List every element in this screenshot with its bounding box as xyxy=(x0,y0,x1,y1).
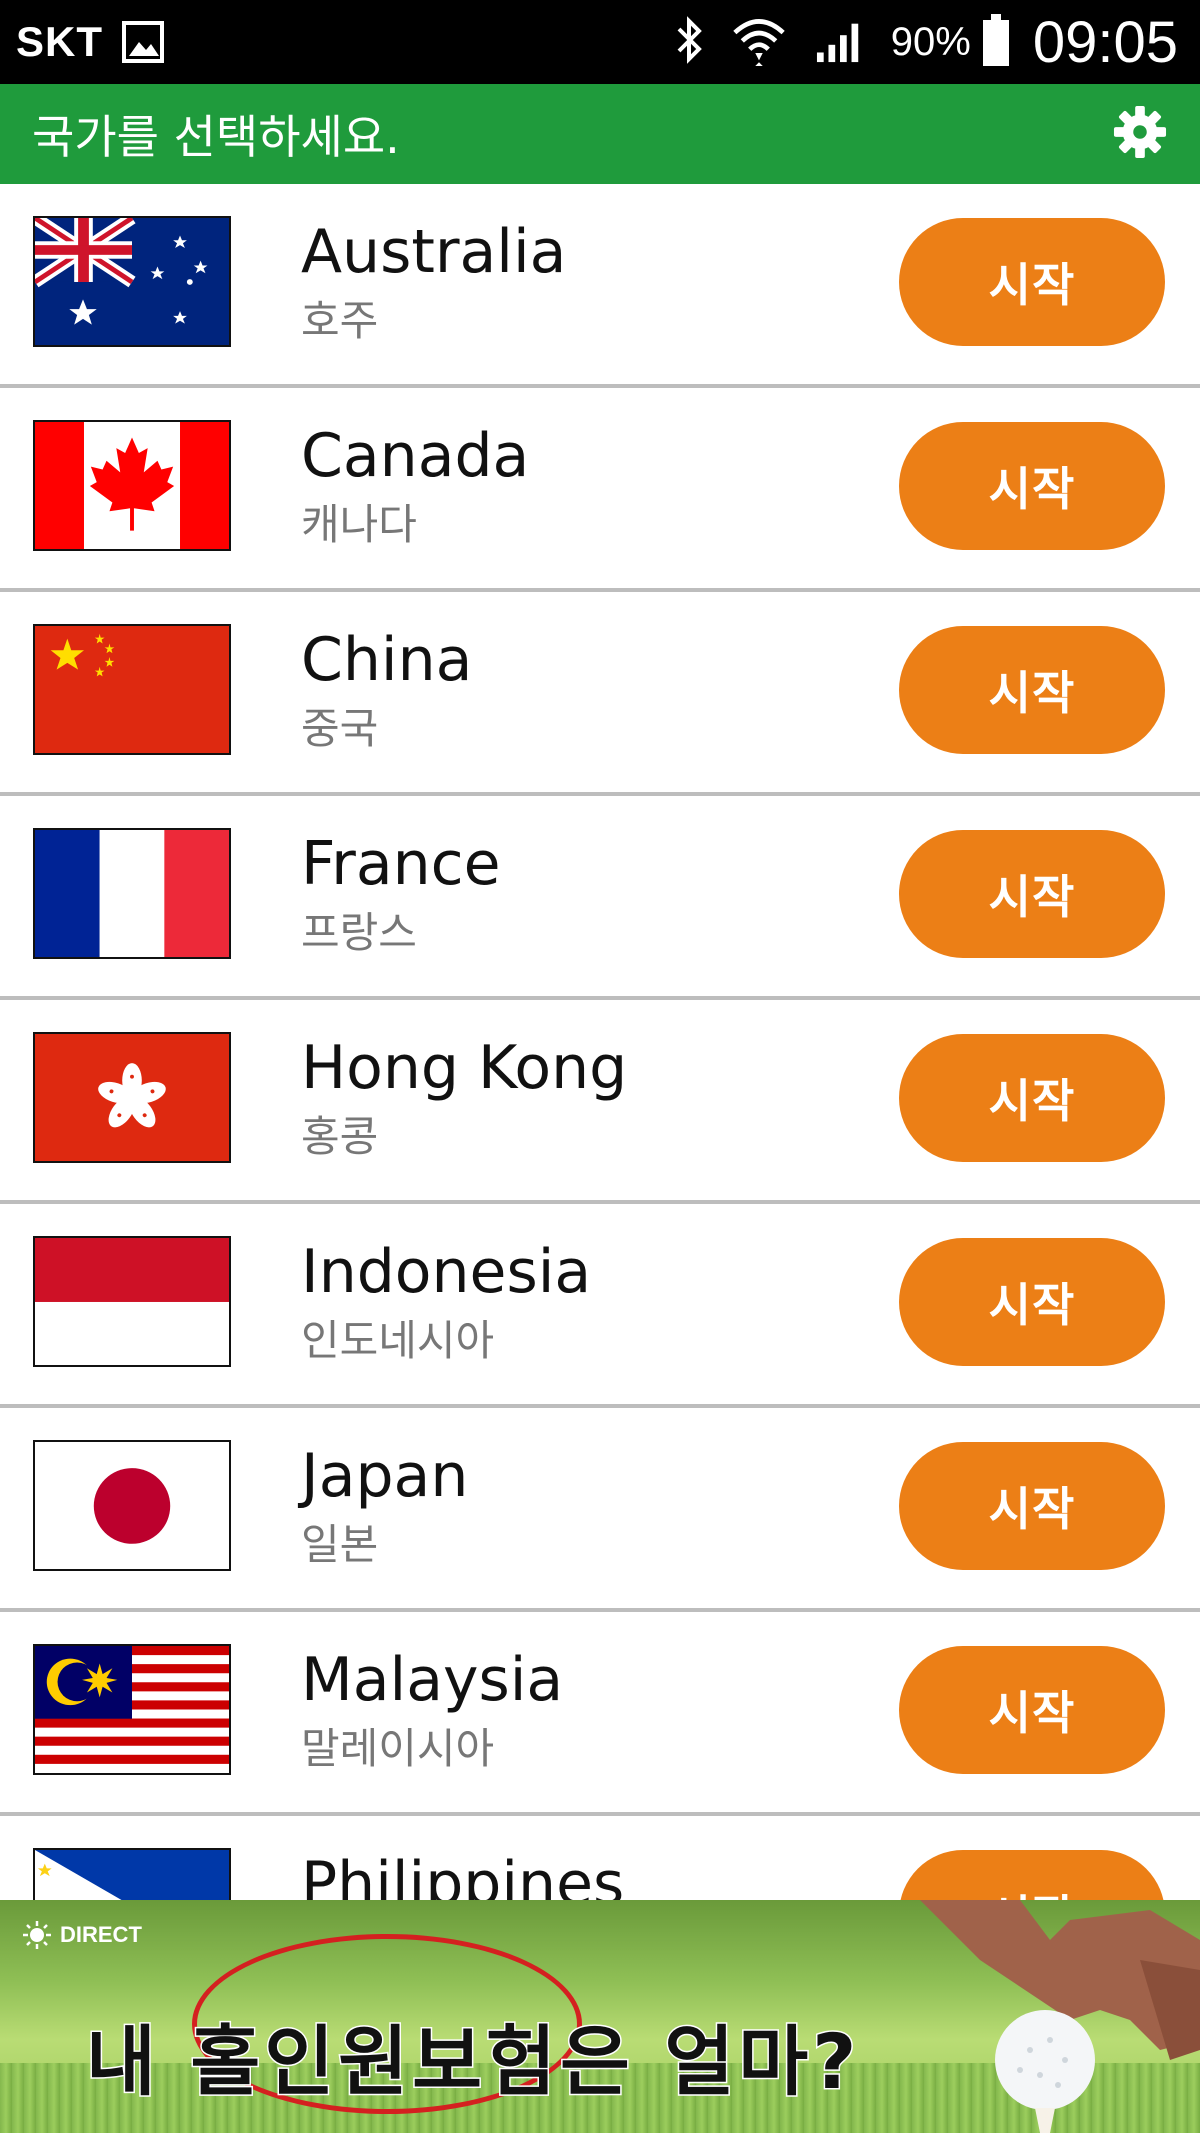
ad-banner[interactable]: DIRECT 내 홀인원보험은 얼마? xyxy=(0,1900,1200,2133)
battery-percent: 90% xyxy=(890,19,971,64)
country-name: Canada xyxy=(301,421,530,491)
country-row-france[interactable]: France 프랑스 시작 xyxy=(0,796,1200,1000)
carrier-label: SKT xyxy=(16,18,103,65)
app-header: 국가를 선택하세요. xyxy=(0,84,1200,184)
gallery-icon xyxy=(121,20,165,64)
country-name-korean: 홍콩 xyxy=(301,1112,379,1161)
country-row-china[interactable]: China 중국 시작 xyxy=(0,592,1200,796)
country-name-korean: 호주 xyxy=(301,296,379,345)
start-button-malaysia[interactable]: 시작 xyxy=(899,1646,1165,1774)
golf-ball-hand-image xyxy=(900,1900,1200,2133)
country-name: Philippines xyxy=(301,1849,625,1900)
battery-icon xyxy=(981,14,1011,70)
country-name: Malaysia xyxy=(301,1645,564,1715)
country-name-korean: 인도네시아 xyxy=(301,1316,495,1365)
country-name-korean: 중국 xyxy=(301,704,379,753)
china-flag-icon xyxy=(33,624,231,755)
country-name: China xyxy=(301,625,473,695)
country-list[interactable]: Australia 호주 시작 Canada 캐나다 시작 China 중국 시… xyxy=(0,184,1200,1900)
malaysia-flag-icon xyxy=(33,1644,231,1775)
philippines-flag-icon xyxy=(33,1848,231,1900)
ad-brand-text: DIRECT xyxy=(60,1922,142,1947)
sun-logo-icon xyxy=(22,1920,52,1950)
country-name: Indonesia xyxy=(301,1237,592,1307)
country-name: Japan xyxy=(301,1441,469,1511)
start-button-indonesia[interactable]: 시작 xyxy=(899,1238,1165,1366)
country-name-korean: 일본 xyxy=(301,1520,379,1569)
clock: 09:05 xyxy=(1032,9,1178,75)
status-bar: SKT 90% 09:05 xyxy=(0,0,1200,84)
country-row-canada[interactable]: Canada 캐나다 시작 xyxy=(0,388,1200,592)
country-row-hong-kong[interactable]: Hong Kong 홍콩 시작 xyxy=(0,1000,1200,1204)
ad-headline: 내 홀인원보험은 얼마? xyxy=(84,2016,861,2108)
wifi-icon xyxy=(731,14,787,70)
country-name: Australia xyxy=(301,217,567,287)
start-button-hong-kong[interactable]: 시작 xyxy=(899,1034,1165,1162)
start-button-canada[interactable]: 시작 xyxy=(899,422,1165,550)
settings-button[interactable] xyxy=(1112,105,1168,163)
country-name-korean: 프랑스 xyxy=(301,908,417,957)
country-row-japan[interactable]: Japan 일본 시작 xyxy=(0,1408,1200,1612)
ad-brand-logo: DIRECT xyxy=(22,1920,142,1950)
start-button-philippines[interactable]: 시작 xyxy=(899,1850,1165,1900)
country-name-korean: 말레이시아 xyxy=(301,1724,495,1773)
australia-flag-icon xyxy=(33,216,231,347)
country-name-korean: 캐나다 xyxy=(301,500,417,549)
japan-flag-icon xyxy=(33,1440,231,1571)
gear-icon xyxy=(1113,105,1167,163)
page-title: 국가를 선택하세요. xyxy=(32,110,400,164)
start-button-japan[interactable]: 시작 xyxy=(899,1442,1165,1570)
hong-kong-flag-icon xyxy=(33,1032,231,1163)
canada-flag-icon xyxy=(33,420,231,551)
country-name: Hong Kong xyxy=(301,1033,628,1103)
country-row-philippines[interactable]: Philippines 시작 xyxy=(0,1816,1200,1900)
indonesia-flag-icon xyxy=(33,1236,231,1367)
start-button-china[interactable]: 시작 xyxy=(899,626,1165,754)
bluetooth-icon xyxy=(675,15,705,69)
country-row-indonesia[interactable]: Indonesia 인도네시아 시작 xyxy=(0,1204,1200,1408)
country-row-australia[interactable]: Australia 호주 시작 xyxy=(0,184,1200,388)
start-button-france[interactable]: 시작 xyxy=(899,830,1165,958)
signal-icon xyxy=(813,16,867,68)
start-button-australia[interactable]: 시작 xyxy=(899,218,1165,346)
country-row-malaysia[interactable]: Malaysia 말레이시아 시작 xyxy=(0,1612,1200,1816)
country-name: France xyxy=(301,829,501,899)
france-flag-icon xyxy=(33,828,231,959)
